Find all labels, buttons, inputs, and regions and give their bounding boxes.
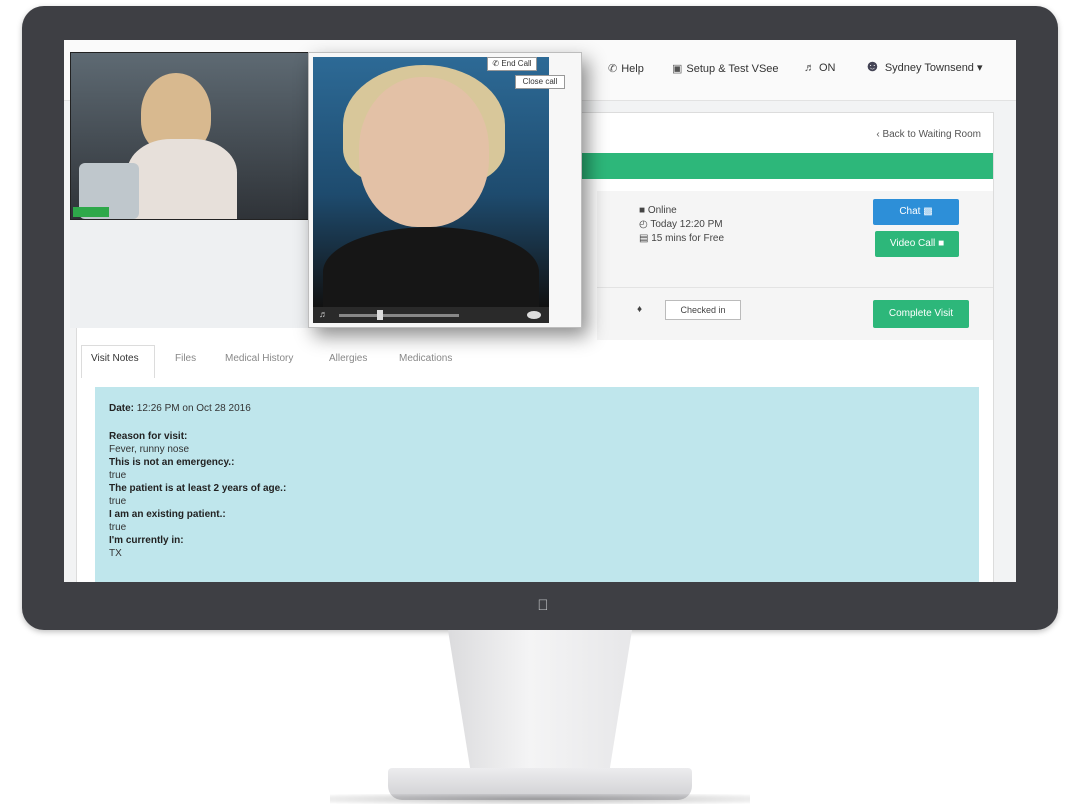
age-value: true bbox=[109, 496, 127, 507]
emergency-label: This is not an emergency.: bbox=[109, 457, 235, 468]
back-link-label: Back to Waiting Room bbox=[882, 129, 981, 140]
video-window-blank bbox=[70, 218, 310, 328]
location-value: TX bbox=[109, 548, 122, 559]
complete-visit-label: Complete Visit bbox=[888, 308, 954, 319]
screen: ✆ Help ▣ Setup & Test VSee ♬ ON ☻ Sydney Tow… bbox=[64, 40, 1016, 582]
existing-patient-value: true bbox=[109, 522, 127, 533]
remote-face bbox=[359, 77, 489, 227]
user-name: Sydney Townsend bbox=[884, 62, 974, 74]
remote-body bbox=[323, 227, 539, 307]
tab-files[interactable]: Files bbox=[175, 353, 196, 364]
tab-medications[interactable]: Medications bbox=[399, 353, 452, 364]
setup-label: Setup & Test VSee bbox=[686, 63, 779, 75]
status-text: Online bbox=[647, 205, 677, 216]
remote-video-feed bbox=[313, 57, 549, 307]
date-label: Date: bbox=[109, 403, 135, 414]
chevron-down-icon: ▾ bbox=[973, 62, 983, 74]
chat-button[interactable]: Chat ▩ bbox=[873, 199, 959, 225]
help-label: Help bbox=[621, 63, 644, 75]
sound-label: ON bbox=[819, 62, 836, 74]
monitor-icon: ▣ bbox=[672, 63, 683, 75]
back-to-waiting-room-link[interactable]: ‹ Back to Waiting Room bbox=[876, 129, 981, 140]
eye-icon[interactable] bbox=[527, 311, 541, 319]
speaker-icon: ♬ bbox=[804, 62, 815, 74]
clock-icon: ◴ bbox=[639, 219, 651, 230]
video-camera-icon: ■ bbox=[639, 205, 648, 216]
user-menu[interactable]: ☻ Sydney Townsend ▾ bbox=[864, 58, 983, 76]
phone-icon: ✆ bbox=[492, 59, 500, 68]
duration-text: 15 mins for Free bbox=[651, 233, 725, 244]
duration-line: ▤ 15 mins for Free bbox=[639, 233, 724, 244]
connection-status-indicator bbox=[73, 207, 109, 217]
setup-test-link[interactable]: ▣ Setup & Test VSee bbox=[672, 62, 779, 75]
tag-icon: ♦ bbox=[637, 304, 643, 315]
chat-bubble-icon: ▩ bbox=[923, 206, 933, 217]
age-label: The patient is at least 2 years of age.: bbox=[109, 483, 287, 494]
note-date: Date: 12:26 PM on Oct 28 2016 bbox=[109, 403, 251, 414]
volume-slider-track[interactable] bbox=[339, 314, 459, 317]
emergency-value: true bbox=[109, 470, 127, 481]
card-icon: ▤ bbox=[639, 233, 652, 244]
self-video-feed bbox=[70, 52, 312, 220]
caller-body bbox=[127, 139, 237, 219]
location-label: I'm currently in: bbox=[109, 535, 184, 546]
volume-icon[interactable]: ♬ bbox=[319, 309, 328, 319]
sound-toggle[interactable]: ♬ ON bbox=[804, 62, 836, 74]
date-value: 12:26 PM on Oct 28 2016 bbox=[136, 403, 251, 414]
checked-in-select[interactable]: Checked in bbox=[665, 300, 741, 320]
help-link[interactable]: ✆ Help bbox=[608, 62, 644, 75]
end-call-button[interactable]: ✆ End Call bbox=[487, 57, 537, 71]
tab-medical-history[interactable]: Medical History bbox=[225, 353, 293, 364]
volume-slider-knob[interactable] bbox=[377, 310, 383, 320]
visit-status-panel: ♦ Checked in Complete Visit bbox=[597, 287, 993, 340]
time-text: Today 12:20 PM bbox=[650, 219, 723, 230]
monitor-stand-neck bbox=[448, 630, 632, 780]
end-call-label: End Call bbox=[501, 59, 532, 68]
time-line: ◴ Today 12:20 PM bbox=[639, 219, 723, 230]
apple-logo-icon:  bbox=[536, 598, 550, 614]
phone-icon: ✆ bbox=[608, 63, 618, 75]
tab-visit-notes[interactable]: Visit Notes bbox=[91, 353, 139, 364]
video-call-button[interactable]: Video Call ■ bbox=[875, 231, 959, 257]
reason-value: Fever, runny nose bbox=[109, 444, 190, 455]
video-controls: ♬ bbox=[313, 307, 549, 323]
status-line: ■ Online bbox=[639, 205, 677, 216]
video-call-label: Video Call bbox=[889, 238, 936, 249]
visit-notes-panel: Date: 12:26 PM on Oct 28 2016 Reason for… bbox=[95, 387, 979, 582]
tab-allergies[interactable]: Allergies bbox=[329, 353, 367, 364]
existing-patient-label: I am an existing patient.: bbox=[109, 509, 226, 520]
close-call-button[interactable]: Close call bbox=[515, 75, 565, 89]
monitor-shadow bbox=[330, 794, 750, 804]
visit-info-panel: ■ Online ◴ Today 12:20 PM ▤ 15 mins for … bbox=[597, 191, 993, 287]
checked-in-label: Checked in bbox=[680, 305, 726, 315]
reason-label: Reason for visit: bbox=[109, 431, 188, 442]
user-avatar-icon: ☻ bbox=[864, 58, 881, 75]
video-camera-icon: ■ bbox=[938, 238, 945, 249]
complete-visit-button[interactable]: Complete Visit bbox=[873, 300, 969, 328]
close-call-label: Close call bbox=[522, 77, 558, 86]
video-call-popup[interactable]: ✆ End Call Close call ♬ bbox=[308, 52, 582, 328]
chat-label: Chat bbox=[899, 206, 921, 217]
visit-tabs: Visit Notes Files Medical History Allerg… bbox=[77, 343, 993, 378]
